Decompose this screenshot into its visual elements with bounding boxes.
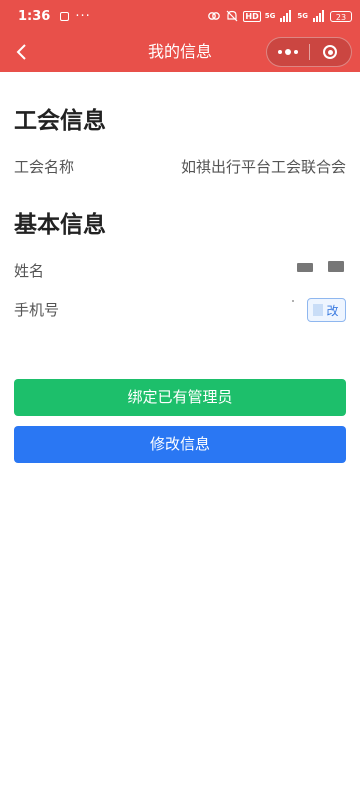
name-value-redacted-2 [328,261,344,272]
mini-program-capsule [266,37,352,67]
more-dots-icon [277,49,298,55]
nav-bar: 我的信息 [0,32,360,72]
signal-icon [280,10,292,22]
status-bar: 1:36 ··· HD 5G 5G 23 [0,0,360,32]
basic-info-heading: 基本信息 [14,212,106,238]
edit-info-button[interactable]: 修改信息 [14,426,346,463]
battery-icon: 23 [330,10,352,22]
status-time: 1:36 [18,8,51,24]
close-mini-program-button[interactable] [310,38,352,66]
more-button[interactable] [267,38,309,66]
mute-bell-icon [226,10,238,22]
more-notifications-icon: ··· [75,8,91,24]
union-name-value: 如祺出行平台工会联合会 [180,158,346,176]
link-icon [208,12,221,20]
union-name-label: 工会名称 [14,158,75,176]
name-value-redacted [297,263,313,272]
hd-badge: HD [243,10,261,22]
notification-icon [60,11,70,21]
network-5g-label: 5G [264,11,276,20]
edit-phone-label: 改 [326,303,339,318]
union-info-heading: 工会信息 [14,108,106,134]
name-label: 姓名 [14,262,45,280]
signal-icon-2 [313,10,324,22]
network-5g-label-2: 5G [297,11,308,20]
bind-admin-button[interactable]: 绑定已有管理员 [14,379,346,416]
phone-label: 手机号 [14,301,60,319]
edit-chip-redaction [313,304,323,316]
target-icon [323,45,338,59]
phone-value-redacted [292,300,294,302]
